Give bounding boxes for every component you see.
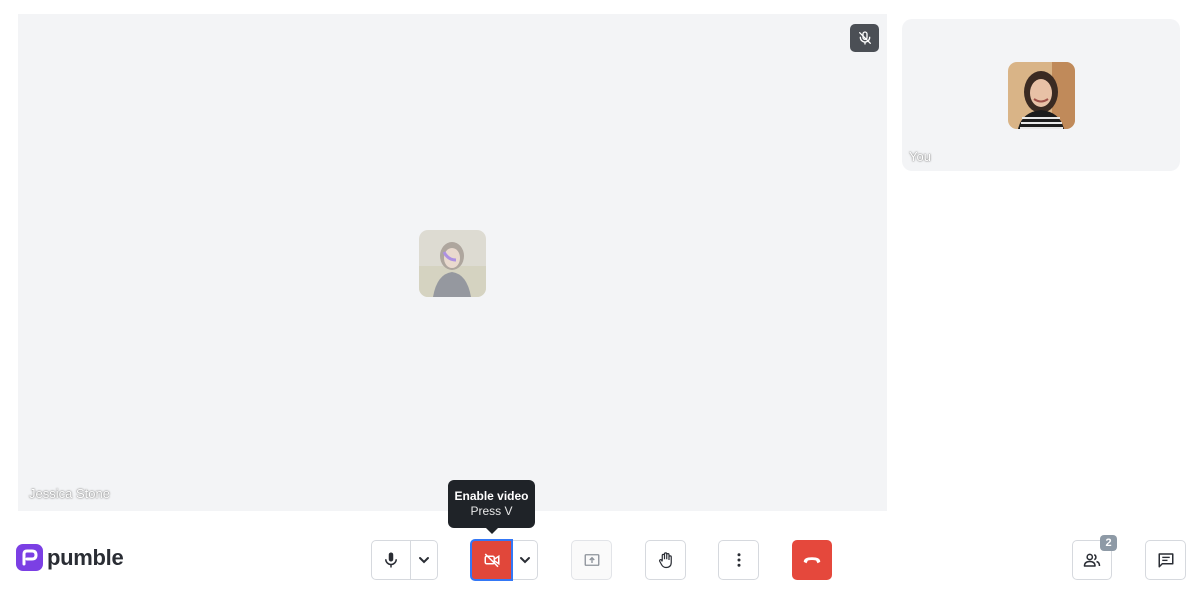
pumble-logo: pumble bbox=[16, 544, 124, 571]
mic-off-icon bbox=[850, 24, 879, 52]
chat-icon bbox=[1158, 553, 1173, 568]
main-video-stage: Jessica Stone bbox=[18, 14, 887, 511]
self-video-tile: You bbox=[902, 19, 1180, 171]
meeting-window: Jessica Stone You pumble Enable video Pr… bbox=[0, 0, 1200, 594]
microphone-options-button[interactable] bbox=[411, 540, 438, 580]
more-options-button[interactable] bbox=[718, 540, 759, 580]
participant-avatar bbox=[419, 230, 486, 297]
microphone-icon bbox=[385, 552, 397, 568]
toggle-video-button[interactable] bbox=[470, 539, 513, 581]
enable-video-tooltip: Enable video Press V bbox=[448, 480, 535, 534]
phone-hangup-icon bbox=[803, 557, 821, 564]
leave-call-button[interactable] bbox=[792, 540, 832, 580]
chat-button[interactable] bbox=[1145, 540, 1186, 580]
share-screen-button[interactable] bbox=[571, 540, 612, 580]
microphone-button[interactable] bbox=[371, 540, 411, 580]
participant-name: Jessica Stone bbox=[29, 486, 110, 501]
tooltip-title: Enable video bbox=[454, 489, 529, 503]
tooltip-shortcut: Press V bbox=[470, 504, 513, 518]
raise-hand-button[interactable] bbox=[645, 540, 686, 580]
more-vertical-icon bbox=[737, 553, 740, 567]
chevron-down-icon bbox=[419, 557, 429, 564]
self-avatar bbox=[1008, 62, 1075, 129]
chevron-down-icon bbox=[520, 557, 530, 564]
hand-icon bbox=[658, 552, 672, 569]
participant-count-badge: 2 bbox=[1100, 535, 1117, 551]
pumble-logo-icon bbox=[16, 544, 43, 571]
brand-name: pumble bbox=[47, 544, 124, 570]
people-icon bbox=[1083, 553, 1101, 567]
self-label: You bbox=[909, 149, 931, 164]
video-off-icon bbox=[484, 553, 499, 568]
video-options-button[interactable] bbox=[513, 540, 538, 580]
screen-share-icon bbox=[584, 554, 599, 566]
